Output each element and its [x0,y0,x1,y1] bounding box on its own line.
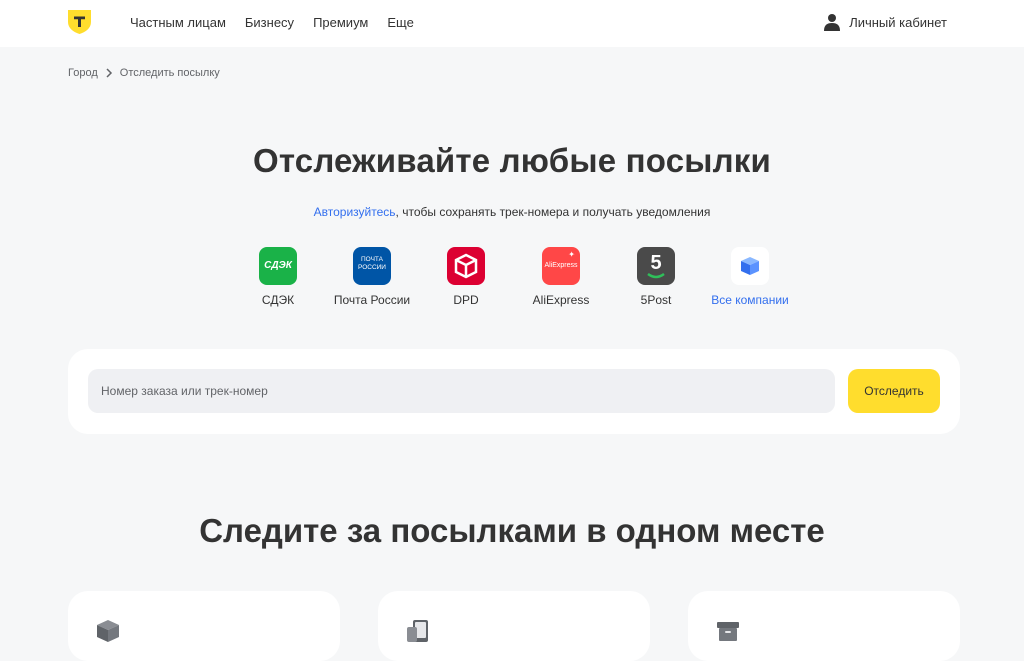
package-icon [97,620,119,642]
user-icon [824,14,841,31]
nav-item-individuals[interactable]: Частным лицам [130,15,226,30]
carrier-list: СДЭК СДЭК ПОЧТА РОССИИ Почта России DPD … [0,247,1024,317]
feature-card [68,591,340,661]
carrier-dpd[interactable]: DPD [411,247,521,307]
search-card: Отследить [68,349,960,434]
carrier-aliexpress[interactable]: AliExpress ✦ AliExpress [506,247,616,307]
breadcrumb-track-parcel[interactable]: Отследить посылку [120,67,220,79]
devices-icon [407,620,428,642]
archive-box-icon [717,622,739,641]
feature-card [378,591,650,661]
nav-item-business[interactable]: Бизнесу [245,15,294,30]
parcel-box-icon [731,247,769,285]
page-subtitle: Авторизуйтесь, чтобы сохранять трек-номе… [0,205,1024,219]
tbank-shield-logo-icon[interactable] [68,10,91,34]
carrier-all-companies[interactable]: Все компании [695,247,805,307]
aliexpress-logo-icon: AliExpress ✦ [542,247,580,285]
breadcrumb: Город Отследить посылку [68,66,220,80]
header: Частным лицам Бизнесу Премиум Еще Личный… [0,0,1024,47]
carrier-label: AliExpress [532,293,590,307]
nav-item-more[interactable]: Еще [387,15,413,30]
tracking-number-input[interactable] [88,369,835,413]
section-title: Следите за посылками в одном месте [199,512,825,549]
account-link[interactable]: Личный кабинет [824,0,947,44]
track-button[interactable]: Отследить [848,369,940,413]
carrier-label: DPD [453,293,479,307]
5post-logo-icon: 5 [637,247,675,285]
login-link[interactable]: Авторизуйтесь [314,205,396,219]
page-title: Отслеживайте любые посылки [252,142,771,179]
subtitle-text: , чтобы сохранять трек-номера и получать… [395,205,711,219]
carrier-label: Все компании [711,293,789,307]
main-nav: Частным лицам Бизнесу Премиум Еще [130,0,433,44]
russian-post-logo-icon: ПОЧТА РОССИИ [353,247,391,285]
feature-card [688,591,960,661]
dpd-logo-icon [447,247,485,285]
breadcrumb-city[interactable]: Город [68,67,98,79]
chevron-right-icon [106,68,112,78]
nav-item-premium[interactable]: Премиум [313,15,368,30]
cdek-logo-icon: СДЭК [259,247,297,285]
account-label: Личный кабинет [849,14,947,30]
